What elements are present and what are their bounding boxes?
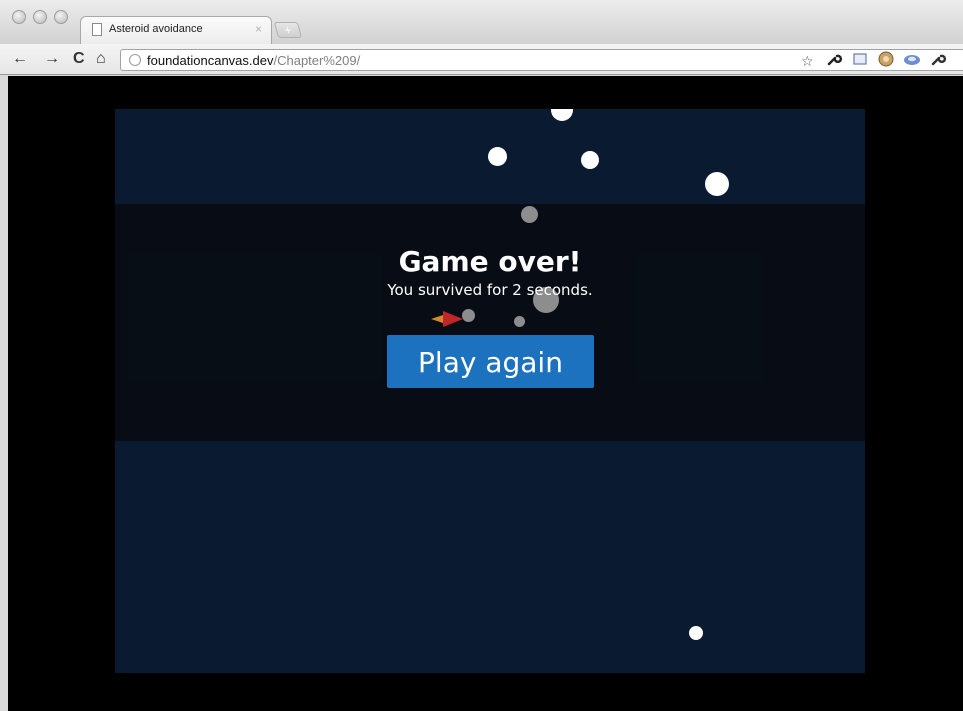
asteroid [488, 147, 507, 166]
forward-button[interactable]: → [44, 49, 60, 69]
url-path: /Chapter%209/ [273, 53, 361, 68]
game-over-overlay [115, 204, 865, 441]
tab-title: Asteroid avoidance [109, 23, 203, 35]
reload-button[interactable]: C [73, 49, 85, 69]
wrench-extension-icon[interactable] [826, 51, 843, 70]
asteroid [521, 206, 538, 223]
page-action-icon[interactable] [852, 52, 868, 69]
new-tab-button[interactable]: + [273, 22, 303, 38]
browser-toolbar: ← → C ⌂ foundationcanvas.dev/Chapter%209… [0, 44, 963, 75]
survival-time-text: You survived for 2 seconds. [387, 281, 593, 299]
asteroid [689, 626, 703, 640]
url-text: foundationcanvas.dev/Chapter%209/ [147, 53, 360, 68]
settings-wrench-icon[interactable] [930, 51, 947, 70]
game-canvas[interactable]: Game over! You survived for 2 seconds. P… [115, 109, 865, 673]
minimize-window-button[interactable] [33, 10, 47, 24]
asteroid [514, 316, 525, 327]
back-button[interactable]: ← [12, 49, 28, 69]
page-viewport: Game over! You survived for 2 seconds. P… [8, 76, 963, 711]
globe-icon [129, 54, 141, 66]
player-ship [431, 311, 463, 327]
asteroid [705, 172, 729, 196]
page-icon [92, 23, 102, 36]
tab-asteroid-avoidance[interactable]: Asteroid avoidance × [80, 16, 272, 44]
bookmark-star-icon[interactable]: ☆ [801, 53, 814, 69]
zoom-window-button[interactable] [54, 10, 68, 24]
home-button[interactable]: ⌂ [96, 49, 106, 69]
url-host: foundationcanvas.dev [147, 53, 274, 68]
tab-close-icon[interactable]: × [255, 22, 262, 36]
play-again-button[interactable]: Play again [387, 335, 594, 388]
game-over-title: Game over! [398, 245, 582, 278]
asteroid [581, 151, 599, 169]
window-titlebar: Asteroid avoidance × + [0, 0, 963, 44]
cloud-extension-icon[interactable] [903, 51, 921, 70]
close-window-button[interactable] [12, 10, 26, 24]
extension-globe-icon[interactable] [878, 51, 894, 70]
asteroid [551, 109, 573, 121]
